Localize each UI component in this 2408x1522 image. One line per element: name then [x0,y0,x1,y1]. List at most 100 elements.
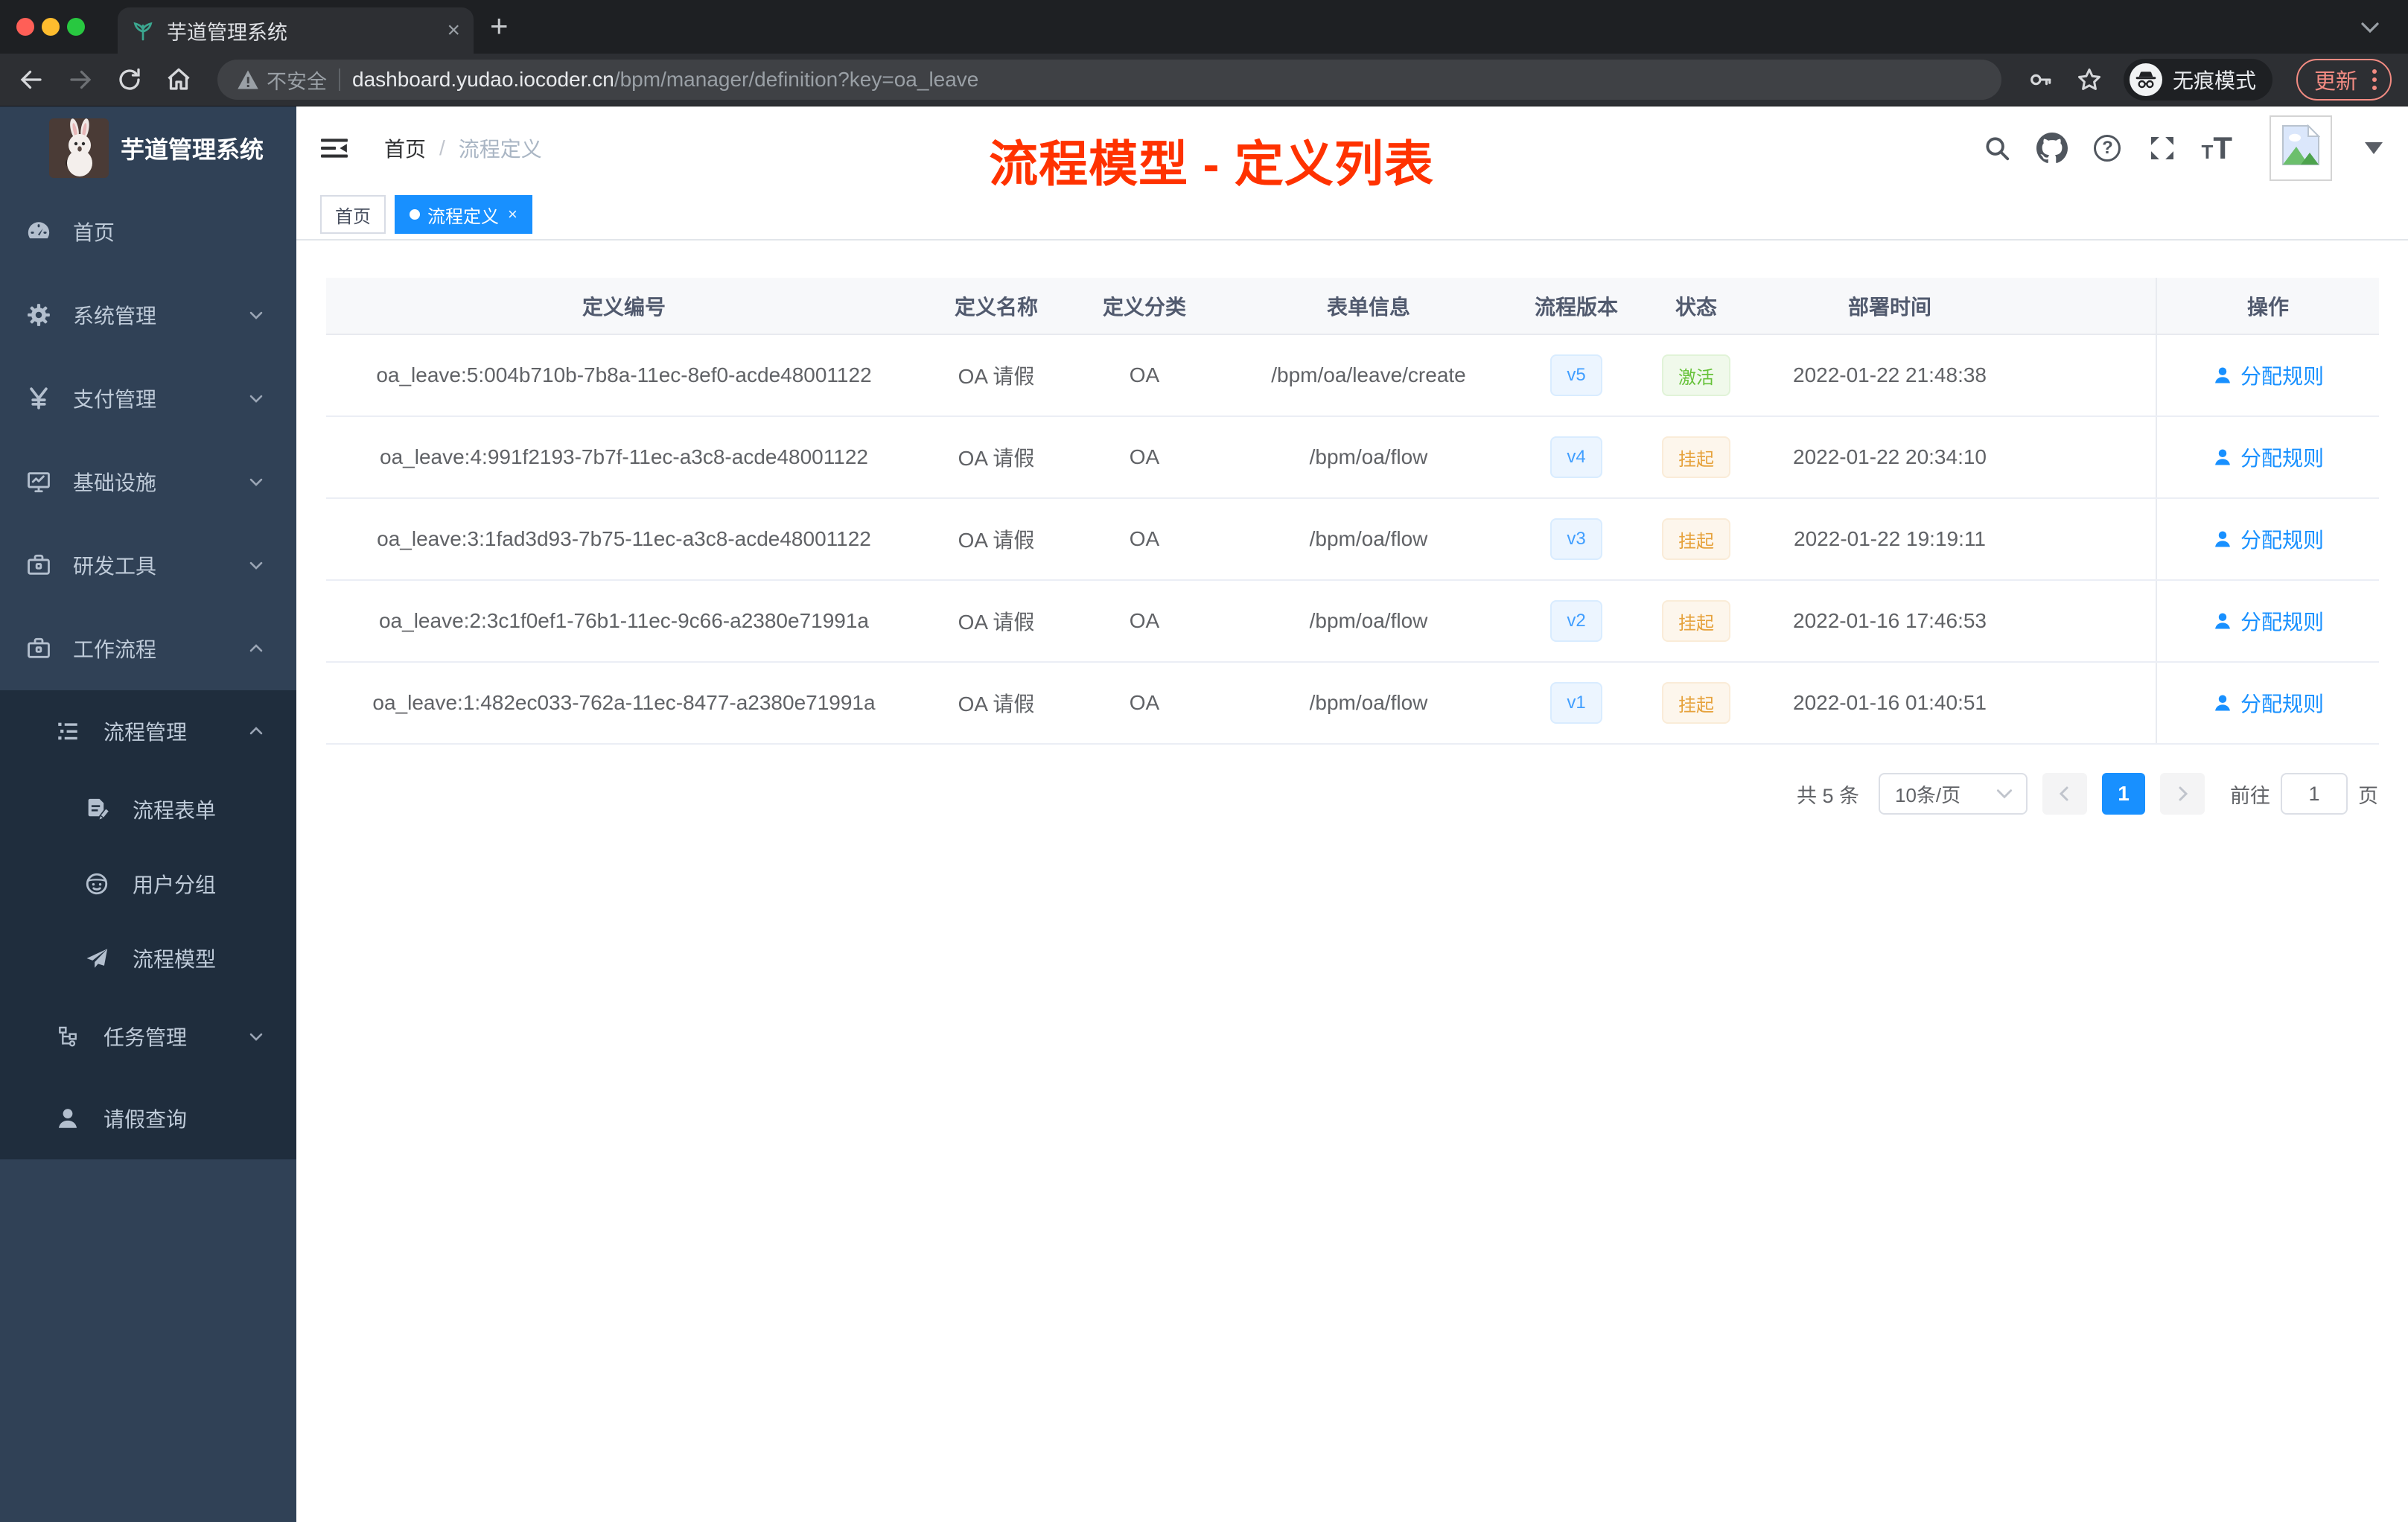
home-icon[interactable] [164,65,194,95]
chevron-down-icon [246,388,267,409]
assign-rule-label[interactable]: 分配规则 [2240,524,2324,554]
assign-rule-label[interactable]: 分配规则 [2240,688,2324,718]
security-label[interactable]: 不安全 [267,66,327,95]
next-page-button[interactable] [2160,773,2205,815]
cell-actions: 分配规则 [2156,498,2379,581]
table-row: oa_leave:3:1fad3d93-7b75-11ec-a3c8-acde4… [326,498,2379,581]
breadcrumb-home[interactable]: 首页 [384,133,426,163]
cell-form-info-link[interactable]: /bpm/oa/flow [1218,580,1519,663]
cell-definition-name-link[interactable]: OA 请假 [922,334,1071,417]
prev-page-button[interactable] [2042,773,2087,815]
cell-form-info-link[interactable]: /bpm/oa/flow [1218,662,1519,745]
page-size-select[interactable]: 10条/页 [1879,773,2028,815]
sidebar-item-label: 任务管理 [103,1026,188,1049]
sidebar-item-1[interactable]: 首页 [0,190,296,273]
back-icon[interactable] [16,65,46,95]
sidebar-toggle-icon[interactable] [320,134,348,162]
reload-icon[interactable] [115,65,144,95]
cell-definition-name-link[interactable]: OA 请假 [922,498,1071,581]
assign-rule-button[interactable]: 分配规则 [2212,606,2324,636]
new-tab-button[interactable]: + [490,10,509,42]
sidebar-item-10[interactable]: 流程模型 [0,921,296,996]
cell-definition-category: OA [1071,334,1218,417]
cell-form-info-link[interactable]: /bpm/oa/flow [1218,416,1519,499]
sidebar-item-6[interactable]: 工作流程 [0,607,296,690]
assign-rule-button[interactable]: 分配规则 [2212,360,2324,390]
page-number-1[interactable]: 1 [2102,773,2145,815]
sidebar-item-11[interactable]: 任务管理 [0,996,296,1077]
tag-view-1[interactable]: 首页 [320,195,386,234]
cell-status: 挂起 [1634,498,1759,581]
cell-process-version: v2 [1519,580,1634,663]
address-bar[interactable]: 不安全 dashboard.yudao.iocoder.cn/bpm/manag… [217,60,2001,100]
goto-page-input[interactable] [2281,773,2348,815]
tag-view-2[interactable]: 流程定义 × [395,195,532,234]
assign-rule-label[interactable]: 分配规则 [2240,360,2324,390]
sidebar-item-label: 流程表单 [133,799,217,822]
cell-definition-name-link[interactable]: OA 请假 [922,662,1071,745]
breadcrumb-current: 流程定义 [458,138,542,161]
sidebar-item-12[interactable]: 请假查询 [0,1077,296,1159]
sidebar-item-label: 工作流程 [73,638,157,661]
assign-rule-button[interactable]: 分配规则 [2212,688,2324,718]
cell-definition-name-link[interactable]: OA 请假 [922,580,1071,663]
sidebar-item-5[interactable]: 研发工具 [0,523,296,607]
assign-rule-button[interactable]: 分配规则 [2212,442,2324,472]
update-label[interactable]: 更新 [2314,64,2357,95]
app-title: 芋道管理系统 [121,136,264,163]
tab-search-chevron-icon[interactable] [2359,19,2381,36]
cell-definition-id: oa_leave:3:1fad3d93-7b75-11ec-a3c8-acde4… [326,498,922,581]
sidebar-logo-row[interactable]: 芋道管理系统 [0,106,296,190]
font-size-icon[interactable]: TT [2201,133,2232,164]
sidebar-item-4[interactable]: 基础设施 [0,440,296,523]
table-body: oa_leave:5:004b710b-7b8a-11ec-8ef0-acde4… [326,334,2379,745]
cell-definition-id: oa_leave:4:991f2193-7b7f-11ec-a3c8-acde4… [326,416,922,499]
window-close-button[interactable] [16,18,34,36]
table-header-row: 定义编号 定义名称 定义分类 表单信息 流程版本 状态 部署时间 操作 [326,278,2379,335]
sidebar-item-8[interactable]: 流程表单 [0,772,296,847]
select-chevron-down-icon [1995,787,2014,800]
search-icon[interactable] [1981,132,2013,165]
sidebar-item-9[interactable]: 用户分组 [0,847,296,921]
sidebar-item-label: 首页 [73,221,115,244]
chevron-down-icon [246,555,267,576]
chevron-up-icon [246,638,267,659]
status-tag: 挂起 [1662,600,1730,642]
assign-rule-label[interactable]: 分配规则 [2240,606,2324,636]
window-zoom-button[interactable] [67,18,85,36]
sidebar-item-3[interactable]: 支付管理 [0,357,296,440]
version-tag: v2 [1550,600,1602,642]
table-row: oa_leave:5:004b710b-7b8a-11ec-8ef0-acde4… [326,334,2379,417]
avatar[interactable] [2270,115,2332,181]
fullscreen-icon[interactable] [2146,132,2179,165]
app-logo-avatar [49,118,109,178]
pagination: 共 5 条 10条/页 1 前往 1 页 [326,773,2378,815]
password-key-icon[interactable] [2025,65,2055,95]
github-icon[interactable] [2036,132,2068,165]
toolbox-icon [25,552,52,579]
window-minimize-button[interactable] [42,18,60,36]
sidebar-item-label: 请假查询 [103,1108,188,1131]
app-root: 芋道管理系统 首页 系统管理 支付管理 基础设施 研发工具 工作流程 流程管理 流程表单 用户分… [0,106,2408,1522]
browser-tab[interactable]: 芋道管理系统 × [118,7,474,54]
help-icon[interactable]: ? [2091,132,2124,165]
column-header-1: 定义编号 [326,278,922,335]
sidebar-item-2[interactable]: 系统管理 [0,273,296,357]
sidebar-item-7[interactable]: 流程管理 [0,690,296,772]
cell-form-info-link[interactable]: /bpm/oa/flow [1218,498,1519,581]
status-tag: 挂起 [1662,518,1730,560]
tag-close-icon[interactable]: × [508,205,517,224]
bookmark-star-icon[interactable] [2074,65,2104,95]
cell-form-info-link[interactable]: /bpm/oa/leave/create [1218,334,1519,417]
cell-definition-name-link[interactable]: OA 请假 [922,416,1071,499]
tab-close-icon[interactable]: × [447,19,460,42]
user-menu-caret-icon[interactable] [2365,142,2383,154]
cell-actions: 分配规则 [2156,334,2379,417]
browser-menu-kebab-icon[interactable] [2372,69,2377,90]
browser-update-button[interactable]: 更新 [2296,59,2392,101]
column-header-8: 操作 [2156,278,2379,335]
assign-rule-label[interactable]: 分配规则 [2240,442,2324,472]
forward-icon[interactable] [66,65,95,95]
assign-rule-button[interactable]: 分配规则 [2212,524,2324,554]
cell-definition-id: oa_leave:1:482ec033-762a-11ec-8477-a2380… [326,662,922,745]
